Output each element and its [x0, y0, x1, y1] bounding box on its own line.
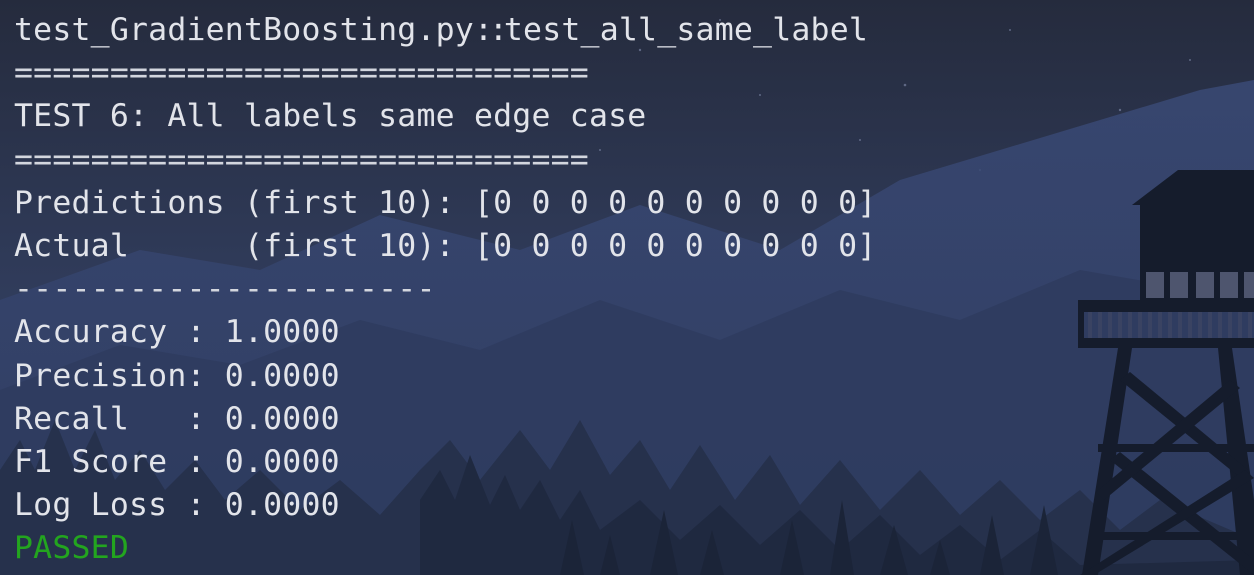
metric-f1-score: F1 Score : 0.0000 — [14, 443, 340, 480]
single-rule: ---------------------- — [14, 271, 436, 308]
metric-accuracy: Accuracy : 1.0000 — [14, 314, 340, 351]
test-id-line: test_GradientBoosting.py::test_all_same_… — [14, 9, 876, 52]
double-rule-top: ============================== — [14, 55, 589, 92]
terminal-output: test_GradientBoosting.py::test_all_same_… — [14, 9, 876, 570]
metric-recall: Recall : 0.0000 — [14, 400, 340, 437]
test-header: TEST 6: All labels same edge case — [14, 98, 647, 135]
predictions-line: Predictions (first 10): [0 0 0 0 0 0 0 0… — [14, 184, 877, 221]
terminal-window[interactable]: test_GradientBoosting.py::test_all_same_… — [0, 0, 1254, 575]
test-id-separator: :: — [473, 12, 508, 48]
metric-log-loss: Log Loss : 0.0000 — [14, 487, 340, 524]
test-function-name: test_all_same_label — [503, 12, 869, 48]
metric-precision: Precision: 0.0000 — [14, 357, 340, 394]
actual-line: Actual (first 10): [0 0 0 0 0 0 0 0 0 0] — [14, 227, 877, 264]
double-rule-bottom: ============================== — [14, 141, 589, 178]
status-passed: PASSED — [14, 530, 129, 567]
test-file-name: test_GradientBoosting.py — [14, 12, 474, 48]
